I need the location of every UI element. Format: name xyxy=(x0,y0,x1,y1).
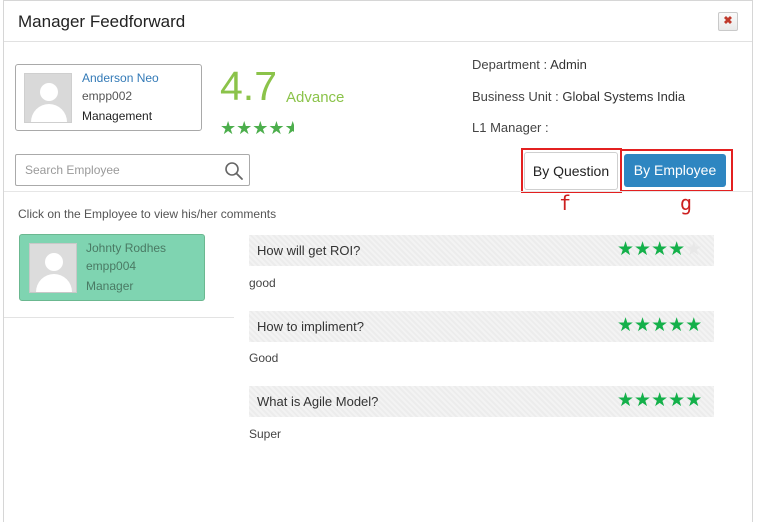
empty-star-icon: ★ xyxy=(685,239,703,260)
star-icon: ★ xyxy=(617,239,635,260)
employee-list-divider xyxy=(4,317,234,318)
department-value: Admin xyxy=(550,57,587,72)
question-rating-stars: ★★★★★ xyxy=(617,240,702,260)
star-icon: ★ xyxy=(668,315,686,336)
star-icon: ★ xyxy=(685,315,703,336)
star-icon: ★ xyxy=(634,390,652,411)
star-icon: ★ xyxy=(634,239,652,260)
question-row: How to impliment? ★★★★★ xyxy=(249,311,714,342)
search-icon[interactable] xyxy=(224,161,244,181)
employee-id: empp004 xyxy=(86,259,137,273)
instruction-text: Click on the Employee to view his/her co… xyxy=(18,207,277,221)
business-unit-value: Global Systems India xyxy=(562,89,686,104)
rating-level: Advance xyxy=(286,89,345,106)
section-divider xyxy=(4,191,752,192)
department-label: Department : xyxy=(472,57,548,72)
annotation-label-g: g xyxy=(680,191,693,215)
department-info: Department : Admin xyxy=(472,57,587,72)
avatar xyxy=(29,243,77,293)
star-icon: ★ xyxy=(668,239,686,260)
dialog-titlebar: Manager Feedforward ✖ xyxy=(4,1,752,42)
manager-role: Management xyxy=(82,109,153,123)
annotation-label-f: f xyxy=(559,191,572,215)
search-employee-box xyxy=(15,154,250,186)
question-row: What is Agile Model? ★★★★★ xyxy=(249,386,714,417)
star-icon: ★ xyxy=(651,239,669,260)
star-icon: ★ xyxy=(685,390,703,411)
question-text: How will get ROI? xyxy=(257,243,361,258)
overall-score: 4.7 xyxy=(220,63,277,109)
avatar xyxy=(24,73,72,123)
l1-manager-label: L1 Manager : xyxy=(472,120,549,135)
employee-card[interactable]: Johnty Rodhes empp004 Manager xyxy=(19,234,205,301)
business-unit-info: Business Unit : Global Systems India xyxy=(472,89,685,104)
star-icon: ★ xyxy=(651,390,669,411)
employee-name: Johnty Rodhes xyxy=(86,241,167,255)
close-icon: ✖ xyxy=(723,15,733,27)
question-text: How to impliment? xyxy=(257,319,364,334)
question-rating-stars: ★★★★★ xyxy=(617,391,702,411)
star-icon: ★ xyxy=(268,118,285,138)
manager-profile-card: Anderson Neo empp002 Management xyxy=(15,64,202,131)
question-text: What is Agile Model? xyxy=(257,394,379,409)
question-row: How will get ROI? ★★★★★ xyxy=(249,235,714,266)
star-icon: ★ xyxy=(617,390,635,411)
star-icon: ★ xyxy=(617,315,635,336)
search-input[interactable] xyxy=(25,162,215,178)
highlight-box-f xyxy=(521,148,622,193)
star-icon: ★ xyxy=(634,315,652,336)
star-icon: ★ xyxy=(668,390,686,411)
dialog-title: Manager Feedforward xyxy=(18,12,186,31)
star-icon: ★ xyxy=(252,118,269,138)
star-icon: ★ xyxy=(220,118,237,138)
half-star-icon: ★ xyxy=(284,119,294,137)
answer-text: good xyxy=(249,276,276,290)
answer-text: Super xyxy=(249,427,282,441)
highlight-box-g xyxy=(620,149,733,192)
manager-id: empp002 xyxy=(82,89,133,103)
close-button[interactable]: ✖ xyxy=(718,12,738,31)
star-icon: ★ xyxy=(236,118,253,138)
employee-role: Manager xyxy=(86,279,134,293)
manager-name[interactable]: Anderson Neo xyxy=(82,71,159,85)
overall-rating-stars: ★★★★★ xyxy=(220,119,294,137)
answer-text: Good xyxy=(249,351,279,365)
l1-manager-info: L1 Manager : xyxy=(472,120,549,135)
star-icon: ★ xyxy=(651,315,669,336)
question-rating-stars: ★★★★★ xyxy=(617,316,702,336)
feedforward-dialog: Manager Feedforward ✖ Anderson Neo empp0… xyxy=(3,0,753,522)
business-unit-label: Business Unit : xyxy=(472,89,559,104)
